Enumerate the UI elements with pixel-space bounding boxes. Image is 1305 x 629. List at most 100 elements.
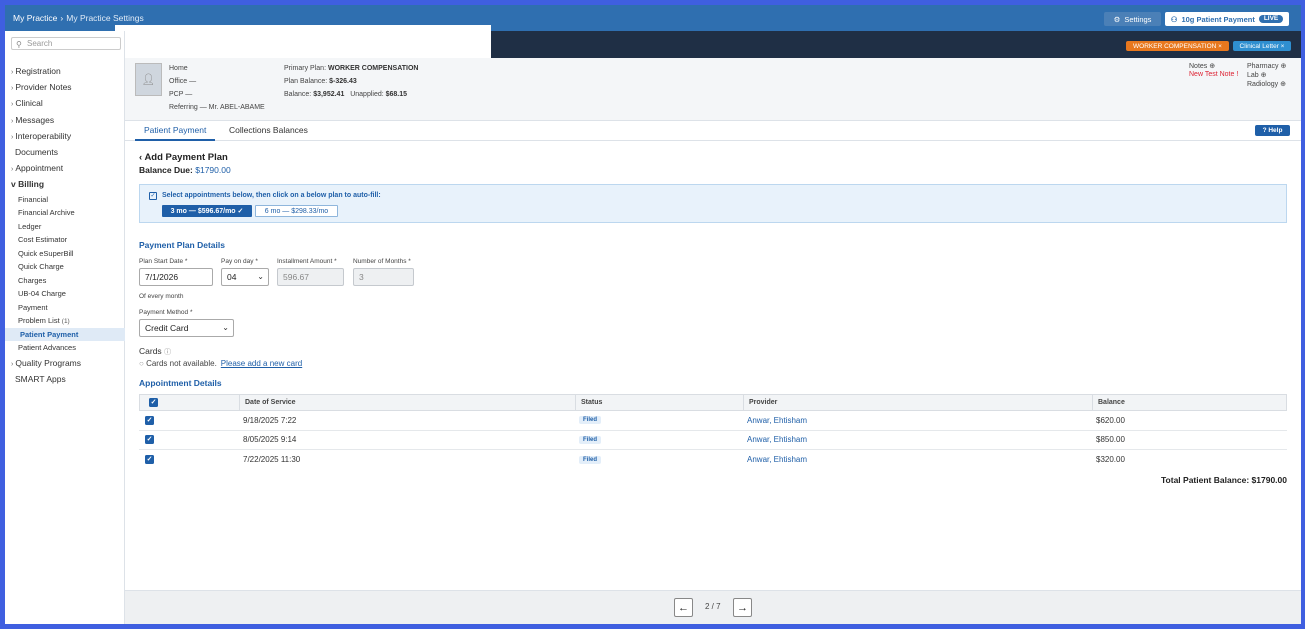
row-date: 7/22/2025 11:30 — [243, 455, 301, 465]
sidebar-subitem-quick-charge[interactable]: Quick Charge — [5, 260, 125, 274]
sidebar-item-provider-notes[interactable]: › Provider Notes — [5, 79, 125, 95]
pay-on-day-select[interactable]: 04 ⌄ — [221, 268, 269, 286]
sidebar-item-messages[interactable]: › Messages — [5, 112, 125, 128]
plan-start-date-label: Plan Start Date * — [139, 258, 188, 265]
column-header-provider[interactable]: Provider — [743, 395, 1092, 410]
row-provider[interactable]: Anwar, Ehtisham — [747, 431, 807, 450]
row-checkbox[interactable]: ✓ — [145, 435, 154, 445]
payment-method-select[interactable]: Credit Card ⌄ — [139, 319, 234, 337]
sidebar-subitem-problem-list[interactable]: Problem List (1) — [5, 314, 125, 328]
sidebar-item-interoperability[interactable]: › Interoperability — [5, 128, 125, 144]
column-header-balance[interactable]: Balance — [1092, 395, 1286, 410]
app-frame: My Practice › My Practice Settings ⚙ Setti… — [5, 5, 1301, 624]
sidebar-subitem-cost-estimator[interactable]: Cost Estimator — [5, 233, 125, 247]
breadcrumb: My Practice › My Practice Settings — [13, 13, 144, 23]
clinical-letter-tag[interactable]: Clinical Letter × — [1233, 41, 1291, 51]
balance-line: Balance: $3,952.41 Unapplied: $68.15 — [284, 91, 407, 98]
balance-label: Balance: — [284, 91, 312, 98]
primary-plan-label: Primary Plan: — [284, 65, 327, 72]
search-icon: ⚲ — [16, 40, 22, 49]
row-checkbox[interactable]: ✓ — [145, 415, 154, 425]
number-of-months-input[interactable]: 3 — [353, 268, 414, 286]
breadcrumb-separator: › — [60, 13, 64, 23]
checkbox-icon: ✓ — [149, 192, 157, 200]
sidebar-item-registration[interactable]: › Registration — [5, 63, 125, 79]
row-status: Filed — [579, 450, 602, 470]
row-checkbox-cell: ✓ — [145, 411, 154, 430]
chevron-right-icon: › — [11, 117, 14, 125]
worker-compensation-tag[interactable]: WORKER COMPENSATION × — [1126, 41, 1229, 51]
add-card-link[interactable]: Please add a new card — [221, 359, 302, 368]
tab-patient-payment[interactable]: Patient Payment — [135, 125, 216, 141]
breadcrumb-my-practice[interactable]: My Practice — [13, 13, 57, 23]
sidebar-subitem-ub04-charge[interactable]: UB-04 Charge — [5, 287, 125, 301]
sidebar-subitem-ledger[interactable]: Ledger — [5, 220, 125, 234]
pay-on-day-value: 04 — [227, 272, 237, 282]
patient-office: Office — — [169, 78, 197, 85]
column-header-status[interactable]: Status — [575, 395, 743, 410]
sidebar-subitem-quick-esuperbill[interactable]: Quick eSuperBill — [5, 247, 125, 261]
table-row[interactable]: ✓ 7/22/2025 11:30 Filed Anwar, Ehtisham … — [139, 450, 1287, 470]
row-provider[interactable]: Anwar, Ehtisham — [747, 411, 807, 430]
page-title[interactable]: ‹ Add Payment Plan — [139, 152, 228, 163]
cards-not-available-text: Cards not available. — [146, 359, 217, 368]
lab-link[interactable]: Lab ⊕ — [1247, 71, 1267, 79]
sidebar-subitem-patient-advances[interactable]: Patient Advances — [5, 341, 125, 355]
help-button[interactable]: ? Help — [1255, 125, 1290, 136]
patient-payment-button[interactable]: ⚇ 10g Patient Payment LIVE — [1165, 12, 1289, 26]
chevron-right-icon: › — [11, 166, 14, 174]
chevron-right-icon: › — [11, 101, 14, 109]
gear-icon: ⚙ — [1113, 14, 1121, 24]
every-month-text: Of every month — [139, 293, 184, 300]
installment-amount-input[interactable]: 596.67 — [277, 268, 344, 286]
sidebar-item-smart-apps[interactable]: SMART Apps — [5, 371, 125, 387]
plan-start-date-input[interactable]: 7/1/2026 — [139, 268, 213, 286]
patient-payment-label: 10g Patient Payment — [1181, 14, 1255, 24]
plan-balance-line: Plan Balance: $-326.43 — [284, 78, 357, 85]
patient-banner: 👤︎ Home Office — PCP — Referring — Mr. A… — [125, 58, 1301, 121]
sidebar-item-clinical[interactable]: › Clinical — [5, 95, 125, 111]
payment-method-value: Credit Card — [145, 323, 189, 333]
total-value: $1790.00 — [1251, 475, 1287, 485]
row-provider[interactable]: Anwar, Ehtisham — [747, 450, 807, 470]
sidebar-item-documents[interactable]: Documents — [5, 144, 125, 160]
sidebar-subitem-financial-archive[interactable]: Financial Archive — [5, 206, 125, 220]
sidebar-subitem-patient-payment[interactable]: Patient Payment — [5, 327, 125, 341]
settings-button[interactable]: ⚙ Settings — [1104, 12, 1161, 26]
notes-link[interactable]: Notes ⊕ — [1189, 62, 1215, 70]
problem-list-count: (1) — [61, 318, 70, 325]
select-all-checkbox[interactable]: ✓ — [149, 398, 158, 407]
sidebar-subitem-payment[interactable]: Payment — [5, 301, 125, 315]
status-badge: Filed — [579, 455, 602, 464]
column-header-date[interactable]: Date of Service — [239, 395, 575, 410]
blank-overlay-panel — [115, 25, 491, 58]
select-all-cell: ✓ — [144, 395, 239, 410]
plan-6-month-button[interactable]: 6 mo — $298.33/mo — [255, 205, 338, 217]
sidebar-item-quality-programs[interactable]: › Quality Programs — [5, 355, 125, 371]
row-date: 8/05/2025 9:14 — [243, 435, 297, 445]
chevron-down-icon: ⌄ — [222, 323, 229, 332]
sidebar-item-label: Quality Programs — [15, 357, 82, 368]
sidebar-item-billing[interactable]: v Billing — [5, 176, 125, 192]
problem-list-label: Problem List — [18, 316, 60, 325]
pharmacy-link[interactable]: Pharmacy ⊕ — [1247, 62, 1286, 70]
sidebar-subitem-charges[interactable]: Charges — [5, 274, 125, 288]
sidebar-subitem-financial[interactable]: Financial — [5, 193, 125, 207]
new-test-note[interactable]: New Test Note ! — [1189, 71, 1238, 78]
radiology-link[interactable]: Radiology ⊕ — [1247, 80, 1286, 88]
autofill-instructions: Select appointments below, then click on… — [162, 192, 381, 199]
sidebar-item-appointment[interactable]: › Appointment — [5, 160, 125, 176]
status-badge: Filed — [579, 416, 602, 425]
breadcrumb-settings[interactable]: My Practice Settings — [66, 13, 143, 23]
table-row[interactable]: ✓ 8/05/2025 9:14 Filed Anwar, Ehtisham $… — [139, 431, 1287, 450]
tab-collections-balances[interactable]: Collections Balances — [229, 125, 308, 135]
number-of-months-label: Number of Months * — [353, 258, 411, 265]
row-checkbox[interactable]: ✓ — [145, 455, 154, 465]
prev-page-button[interactable]: ← — [674, 598, 693, 617]
next-page-button[interactable]: → — [733, 598, 752, 617]
search-input[interactable]: ⚲ Search — [11, 37, 121, 50]
table-row[interactable]: ✓ 9/18/2025 7:22 Filed Anwar, Ehtisham $… — [139, 411, 1287, 431]
cards-not-available: ○ Cards not available. Please add a new c… — [139, 359, 302, 368]
plan-3-month-button[interactable]: 3 mo — $596.67/mo ✓ — [162, 205, 252, 217]
unapplied-value: $68.15 — [385, 91, 408, 98]
